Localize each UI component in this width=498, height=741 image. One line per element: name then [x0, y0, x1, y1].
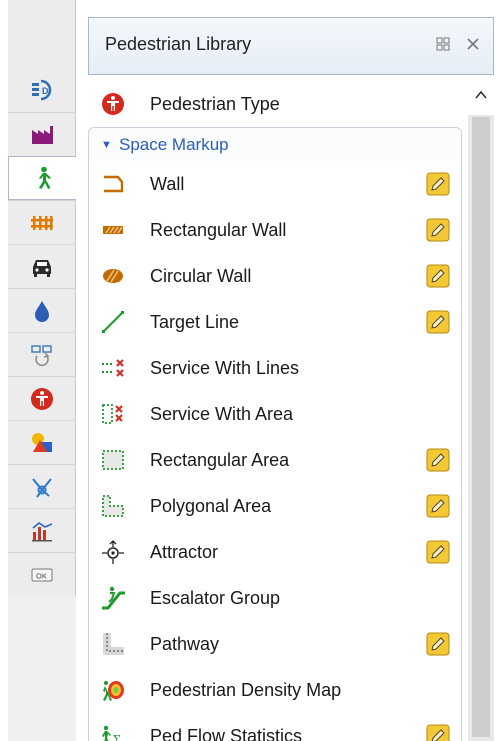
list-item-pedestrian-density-map[interactable]: Pedestrian Density Map	[88, 667, 468, 713]
process-modeling-icon[interactable]: D	[8, 68, 76, 112]
pencil-edit-icon[interactable]	[426, 448, 450, 472]
list-item-rectangular-wall[interactable]: Rectangular Wall	[88, 207, 468, 253]
list-item-attractor[interactable]: Attractor	[88, 529, 468, 575]
section-space-markup[interactable]: ▼ Space Markup	[88, 127, 462, 161]
palette-strip-header	[8, 0, 76, 68]
list-item-service-with-lines[interactable]: Service With Lines	[88, 345, 468, 391]
section-title: Space Markup	[119, 135, 229, 154]
list-item-circular-wall[interactable]: Circular Wall	[88, 253, 468, 299]
rectangular-area-icon	[100, 447, 126, 473]
polygonal-area-icon	[100, 493, 126, 519]
list-item-label: Circular Wall	[150, 266, 252, 286]
fluid-drop-icon[interactable]	[8, 288, 76, 332]
flow-statistics-icon: Σ	[100, 723, 126, 741]
list-item-label: Attractor	[150, 542, 219, 562]
close-icon[interactable]	[465, 36, 481, 57]
density-map-icon	[100, 677, 126, 703]
list-item-label: Service With Area	[150, 404, 294, 424]
factory-icon[interactable]	[8, 112, 76, 156]
panel-header: Pedestrian Library	[88, 17, 494, 75]
maximize-icon[interactable]	[435, 36, 451, 57]
agent-flow-icon[interactable]	[8, 332, 76, 376]
list-item-label: Escalator Group	[150, 588, 281, 608]
pencil-edit-icon[interactable]	[426, 494, 450, 518]
list-item-rectangular-area[interactable]: Rectangular Area	[88, 437, 468, 483]
list-item-wall[interactable]: Wall	[88, 161, 468, 207]
pencil-edit-icon[interactable]	[426, 632, 450, 656]
panel-title: Pedestrian Library	[105, 34, 252, 54]
car-icon[interactable]	[8, 244, 76, 288]
presentation-shapes-icon[interactable]	[8, 420, 76, 464]
pedestrian-icon[interactable]	[8, 156, 76, 200]
list-item-label: Rectangular Wall	[150, 220, 287, 240]
target-line-icon	[100, 309, 126, 335]
list-item-label: Rectangular Area	[150, 450, 290, 470]
expand-triangle-icon[interactable]: ▼	[101, 139, 112, 151]
pedestrian-library-panel: Pedestrian Library Pedestrian Type ▼ Spa…	[76, 0, 498, 741]
pencil-edit-icon[interactable]	[426, 218, 450, 242]
scrollbar-thumb[interactable]	[472, 117, 490, 737]
circular-wall-icon	[100, 263, 126, 289]
list-item-label: Target Line	[150, 312, 240, 332]
service-area-icon	[100, 401, 126, 427]
svg-text:Σ: Σ	[113, 733, 121, 741]
network-icon[interactable]	[8, 464, 76, 508]
library-list: Pedestrian Type ▼ Space Markup Wall Rect…	[88, 75, 468, 741]
attractor-icon	[100, 539, 126, 565]
list-item-label: Ped Flow Statistics	[150, 726, 303, 741]
list-item-label: Pedestrian Type	[150, 94, 280, 114]
pencil-edit-icon[interactable]	[426, 724, 450, 741]
list-item-ped-flow-statistics[interactable]: Σ Ped Flow Statistics	[88, 713, 468, 741]
list-item-target-line[interactable]: Target Line	[88, 299, 468, 345]
scroll-up-icon[interactable]	[468, 75, 494, 115]
list-item-label: Polygonal Area	[150, 496, 272, 516]
pedestrian-red-icon[interactable]	[8, 376, 76, 420]
vertical-scrollbar[interactable]	[468, 75, 494, 741]
controls-ok-icon[interactable]: OK	[8, 552, 76, 596]
pencil-edit-icon[interactable]	[426, 310, 450, 334]
list-item-service-with-area[interactable]: Service With Area	[88, 391, 468, 437]
palette-strip: D OK	[8, 0, 76, 741]
wall-icon	[100, 171, 126, 197]
rectangular-wall-icon	[100, 217, 126, 243]
analysis-chart-icon[interactable]	[8, 508, 76, 552]
rail-icon[interactable]	[8, 200, 76, 244]
svg-text:OK: OK	[36, 571, 47, 580]
list-item-label: Wall	[150, 174, 185, 194]
list-item-label: Service With Lines	[150, 358, 300, 378]
list-item-label: Pedestrian Density Map	[150, 680, 342, 700]
pencil-edit-icon[interactable]	[426, 172, 450, 196]
pencil-edit-icon[interactable]	[426, 540, 450, 564]
list-item-escalator-group[interactable]: Escalator Group	[88, 575, 468, 621]
list-item-label: Pathway	[150, 634, 220, 654]
list-item-pathway[interactable]: Pathway	[88, 621, 468, 667]
pencil-edit-icon[interactable]	[426, 264, 450, 288]
pathway-icon	[100, 631, 126, 657]
svg-text:D: D	[42, 86, 49, 96]
list-item-pedestrian-type[interactable]: Pedestrian Type	[88, 81, 468, 127]
list-item-polygonal-area[interactable]: Polygonal Area	[88, 483, 468, 529]
pedestrian-type-icon	[100, 91, 126, 117]
escalator-icon	[100, 585, 126, 611]
service-lines-icon	[100, 355, 126, 381]
